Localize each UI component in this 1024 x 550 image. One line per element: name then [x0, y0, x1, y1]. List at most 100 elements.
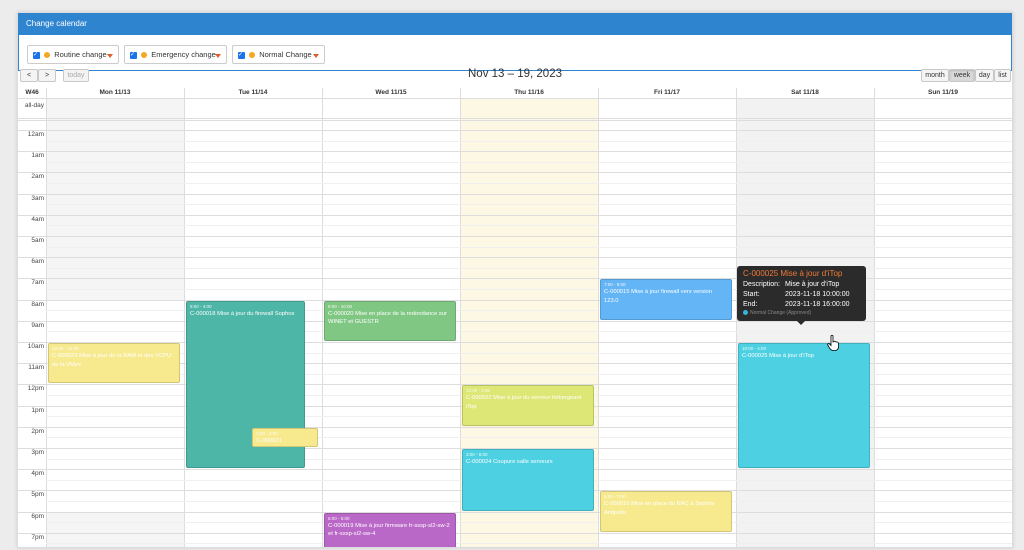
hour-label: 2am [31, 173, 44, 181]
view-week-button[interactable]: week [949, 69, 975, 82]
filter-emergency-change[interactable]: Emergency change [124, 45, 227, 64]
filter-label: Emergency change [151, 50, 216, 59]
event-time: 3:00 - 6:00 [466, 452, 488, 457]
checkbox-icon[interactable] [130, 47, 137, 64]
hour-label: 5am [31, 237, 44, 244]
half-hour-line [46, 289, 1012, 290]
event-title: C-000018 Mise à jour du firewall Sophos [190, 310, 295, 317]
hour-label: 4am [31, 215, 44, 223]
event-time: 10:00 - 4:00 [742, 346, 767, 351]
hour-label: 7pm [31, 533, 44, 541]
normal-dot-icon [249, 52, 256, 59]
hour-line [18, 532, 1012, 534]
caret-down-icon[interactable] [107, 54, 113, 58]
allday-label: all-day [24, 102, 44, 109]
hour-label: 6am [31, 258, 44, 266]
calendar-event[interactable]: 10:00 - 4:00 C-000025 Mise à jour d'iTop [738, 343, 870, 469]
tooltip-desc-value: Mise à jour d'iTop [785, 281, 840, 288]
event-title: C-000023 Mise à jour de la RAM et des VC… [52, 353, 172, 368]
emergency-dot-icon [141, 52, 148, 59]
event-time: 7:00 - 9:00 [604, 282, 626, 288]
hour-line [18, 214, 1012, 216]
event-time: 5:00 - 7:00 [604, 494, 626, 500]
hour-label: 3am [31, 194, 44, 202]
filter-routine-change[interactable]: Routine change [27, 45, 119, 64]
filter-normal-change[interactable]: Normal Change [232, 45, 325, 64]
hour-label: 9am [31, 321, 44, 329]
hour-label: 7am [31, 279, 44, 287]
hour-line [18, 130, 1012, 131]
calendar-event[interactable]: 7:00 - 9:00 C-000015 Mise à jour firewall… [600, 279, 732, 320]
day-header: Mon 11/13 [99, 89, 131, 96]
hour-label: 1am [31, 152, 44, 160]
event-title: C-000022 Mise à jour du serveur hébergea… [466, 395, 582, 410]
event-time: 2:00 - 3:00 [256, 430, 278, 436]
event-tooltip: C-000025 Mise à jour d'iTop Description:… [737, 266, 866, 325]
day-header: Sun 11/19 [928, 89, 958, 96]
calendar-event[interactable]: 10:00 - 12:00 C-000023 Mise à jour de la … [48, 343, 180, 384]
event-title: C-000019 Mise à jour firmware fr-sssp-sl… [328, 522, 450, 538]
day-header: Fri 11/17 [653, 89, 681, 96]
calendar-event[interactable]: 3:00 - 6:00 C-000024 Coupure salle serveu… [462, 449, 594, 511]
event-title: C-000020 Mise en place de la redondance … [328, 310, 447, 326]
tooltip-end-value: 2023-11-18 16:00:00 [785, 301, 850, 308]
event-title: C-000015 Mise à jour firewall vers versi… [604, 289, 712, 304]
event-title: C-000021 [256, 437, 282, 444]
hand-cursor-icon [827, 335, 839, 351]
hour-label: 12pm [27, 385, 44, 393]
event-time: 8:00 - 4:00 [190, 303, 212, 309]
tooltip-start-label: Start: [743, 291, 760, 298]
event-time: 8:00 - 10:00 [328, 303, 353, 309]
hour-line [18, 257, 1012, 259]
calendar-event[interactable]: 2:00 - 3:00 C-000021 [252, 427, 319, 447]
half-hour-line [46, 225, 1012, 227]
hour-line [18, 172, 1012, 174]
tooltip-desc-label: Description: [743, 281, 780, 288]
hour-line [18, 511, 1012, 513]
event-title: C-000025 Mise à jour d'iTop [742, 353, 814, 359]
view-list-button[interactable]: list [994, 69, 1011, 82]
calendar-event[interactable]: 12:00 - 2:00 C-000022 Mise à jour du serv… [462, 385, 594, 426]
caret-down-icon[interactable] [215, 54, 221, 58]
grid-vline [1012, 88, 1013, 548]
hour-label: 11am [28, 364, 44, 372]
day-header: Wed 11/15 [375, 89, 407, 96]
status-dot-icon [743, 310, 748, 316]
filter-label: Normal Change [259, 50, 312, 59]
event-time: 10:00 - 12:00 [52, 346, 79, 351]
half-hour-line [46, 183, 1012, 184]
calendar-event[interactable]: 5:00 - 7:00 C-000016 Mise en place du NAC… [600, 491, 732, 532]
hour-label: 8am [31, 300, 44, 308]
hour-line [18, 151, 1012, 153]
panel-title: Change calendar [18, 13, 1012, 35]
hour-line [18, 193, 1012, 195]
hour-label: 12am [27, 131, 44, 138]
routine-dot-icon [44, 52, 51, 59]
grid-hline [18, 120, 1012, 121]
view-month-button[interactable]: month [921, 69, 949, 82]
week-number: W46 [25, 89, 39, 96]
calendar-event[interactable]: 8:00 - 10:00 C-000020 Mise en place de la… [324, 300, 456, 341]
hour-label: 6pm [31, 512, 44, 520]
half-hour-line [46, 543, 1012, 545]
hour-label: 4pm [31, 470, 44, 478]
hour-label: 1pm [31, 406, 44, 414]
filter-label: Routine change [54, 50, 107, 59]
event-time: 6:00 - 8:00 [328, 515, 350, 521]
half-hour-line [46, 246, 1012, 248]
caret-down-icon[interactable] [313, 54, 319, 58]
event-title: C-000024 Coupure salle serveurs [466, 459, 553, 465]
view-day-button[interactable]: day [975, 69, 994, 82]
day-header: Tue 11/14 [238, 89, 268, 96]
tooltip-end-label: End: [743, 301, 758, 308]
checkbox-icon[interactable] [33, 47, 40, 64]
checkbox-icon[interactable] [238, 47, 245, 64]
calendar-event[interactable]: 6:00 - 8:00 C-000019 Mise à jour firmware… [324, 512, 456, 547]
half-hour-line [46, 204, 1012, 206]
half-hour-line [46, 140, 1012, 142]
day-header: Thu 11/16 [514, 89, 544, 96]
grid-hline [18, 118, 1012, 119]
grid-hline [18, 98, 1012, 99]
event-time: 12:00 - 2:00 [466, 388, 491, 394]
filter-bar: Routine change Emergency change Normal C… [18, 35, 1012, 71]
